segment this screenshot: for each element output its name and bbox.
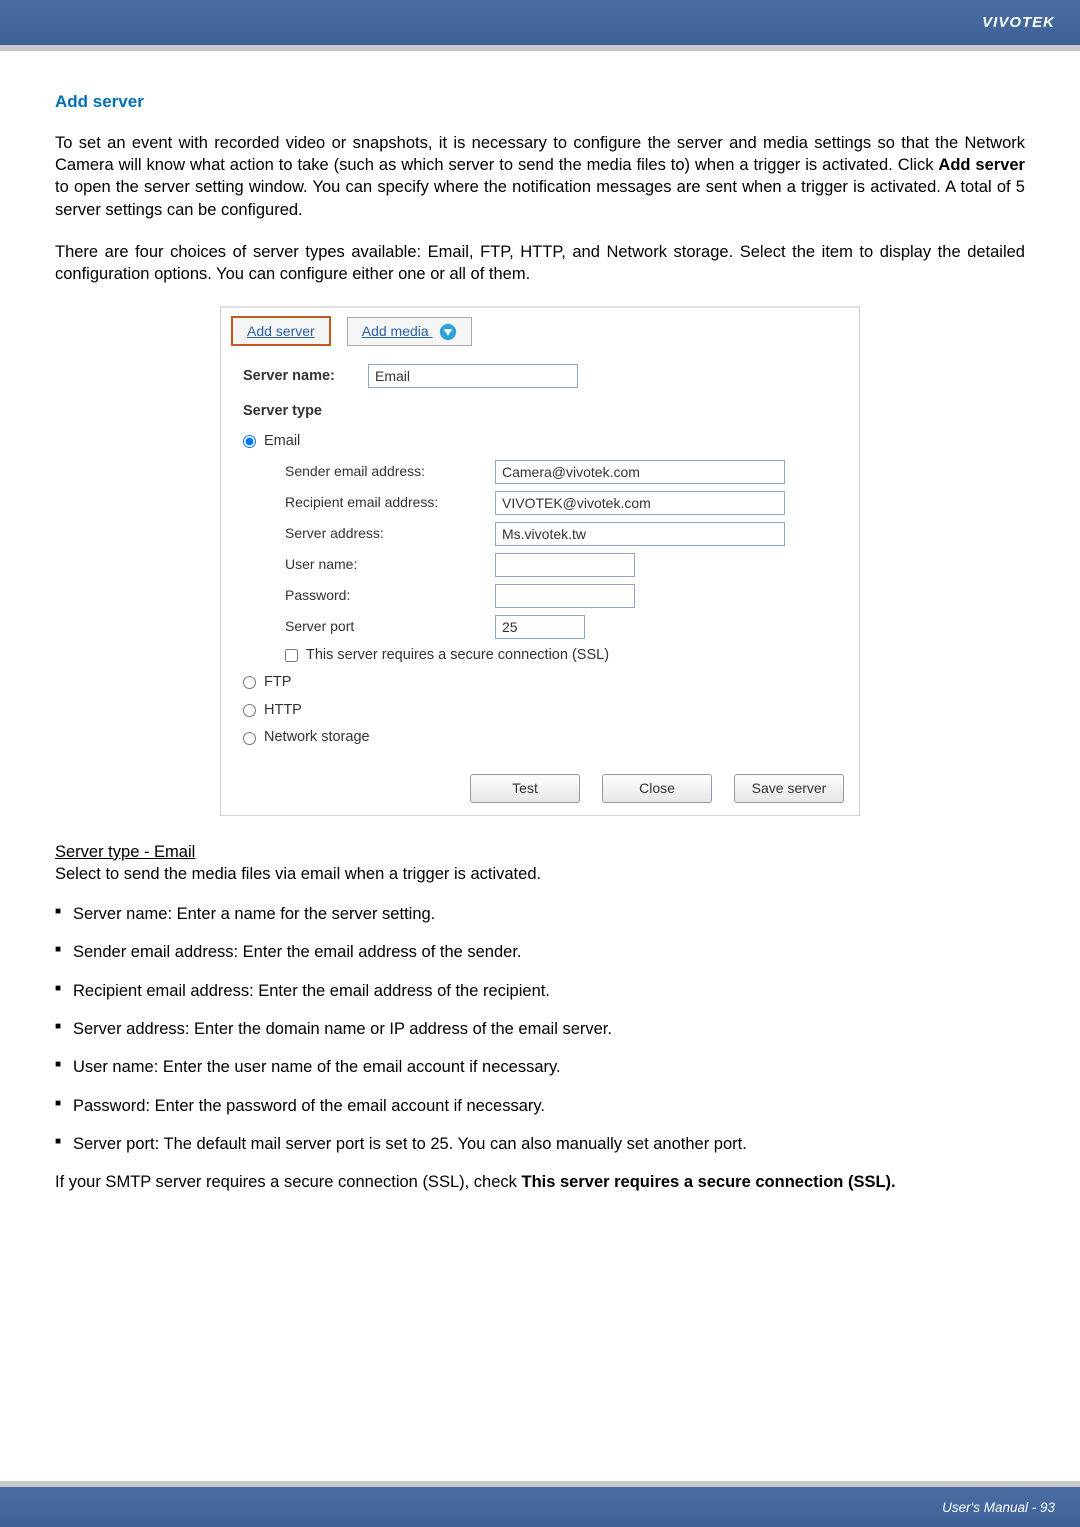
footer-wrap: User's Manual - 93 — [0, 1481, 1080, 1527]
intro-paragraph-1: To set an event with recorded video or s… — [55, 132, 1025, 221]
bullet-item: User name: Enter the user name of the em… — [55, 1056, 1025, 1078]
ssl-row: This server requires a secure connection… — [285, 646, 837, 666]
field-bullets: Server name: Enter a name for the server… — [55, 903, 1025, 1155]
radio-network-row: Network storage — [243, 728, 837, 748]
recipient-label: Recipient email address: — [285, 493, 495, 512]
footer-band: User's Manual - 93 — [0, 1487, 1080, 1527]
closing-bold: This server requires a secure connection… — [521, 1173, 895, 1191]
radio-http-row: HTTP — [243, 701, 837, 721]
tab-add-media[interactable]: Add media — [347, 317, 472, 346]
server-port-input[interactable] — [495, 615, 585, 639]
bullet-item: Password: Enter the password of the emai… — [55, 1095, 1025, 1117]
dialog-body: Server name: Server type Email Sender em… — [221, 346, 859, 763]
test-button[interactable]: Test — [470, 774, 580, 803]
email-fields: Sender email address: Recipient email ad… — [285, 460, 837, 639]
radio-ftp[interactable] — [243, 676, 256, 689]
footer-text: User's Manual - 93 — [942, 1500, 1055, 1515]
sender-label: Sender email address: — [285, 462, 495, 481]
radio-http[interactable] — [243, 704, 256, 717]
save-server-button[interactable]: Save server — [734, 774, 844, 803]
intro-paragraph-2: There are four choices of server types a… — [55, 241, 1025, 286]
ssl-label: This server requires a secure connection… — [306, 646, 609, 666]
server-type-email-heading: Server type - Email — [55, 841, 1025, 863]
dialog-buttons: Test Close Save server — [221, 764, 859, 803]
server-type-heading: Server type — [243, 402, 837, 422]
arrow-down-icon — [439, 323, 457, 341]
intro1-post: to open the server setting window. You c… — [55, 178, 1025, 218]
section-title: Add server — [55, 91, 1025, 114]
radio-ftp-row: FTP — [243, 673, 837, 693]
radio-email-label: Email — [264, 432, 300, 452]
closing-paragraph: If your SMTP server requires a secure co… — [55, 1171, 1025, 1193]
dialog-tabs: Add server Add media — [221, 308, 859, 347]
radio-http-label: HTTP — [264, 701, 302, 721]
server-address-input[interactable] — [495, 522, 785, 546]
server-settings-dialog: Add server Add media Server name: Server… — [220, 306, 860, 816]
bullet-item: Server address: Enter the domain name or… — [55, 1018, 1025, 1040]
header-band: VIVOTEK — [0, 0, 1080, 45]
intro1-bold: Add server — [938, 156, 1025, 174]
sender-input[interactable] — [495, 460, 785, 484]
password-input[interactable] — [495, 584, 635, 608]
server-port-label: Server port — [285, 617, 495, 636]
bullet-item: Server port: The default mail server por… — [55, 1133, 1025, 1155]
radio-email-row: Email — [243, 432, 837, 452]
recipient-input[interactable] — [495, 491, 785, 515]
server-name-input[interactable] — [368, 364, 578, 388]
bullet-item: Recipient email address: Enter the email… — [55, 980, 1025, 1002]
server-address-label: Server address: — [285, 524, 495, 543]
radio-network-storage[interactable] — [243, 732, 256, 745]
bullet-item: Server name: Enter a name for the server… — [55, 903, 1025, 925]
radio-ftp-label: FTP — [264, 673, 291, 693]
server-type-email-desc: Select to send the media files via email… — [55, 863, 1025, 885]
page-content: Add server To set an event with recorded… — [0, 51, 1080, 1193]
brand-label: VIVOTEK — [982, 14, 1055, 31]
radio-network-label: Network storage — [264, 728, 370, 748]
close-button[interactable]: Close — [602, 774, 712, 803]
username-label: User name: — [285, 555, 495, 574]
radio-email[interactable] — [243, 435, 256, 448]
ssl-checkbox[interactable] — [285, 649, 298, 662]
bullet-item: Sender email address: Enter the email ad… — [55, 941, 1025, 963]
password-label: Password: — [285, 586, 495, 605]
tab-add-server[interactable]: Add server — [231, 316, 331, 347]
tab-add-media-label: Add media — [362, 323, 429, 339]
server-name-label: Server name: — [243, 367, 368, 387]
closing-pre: If your SMTP server requires a secure co… — [55, 1173, 521, 1191]
intro1-pre: To set an event with recorded video or s… — [55, 134, 1025, 174]
username-input[interactable] — [495, 553, 635, 577]
